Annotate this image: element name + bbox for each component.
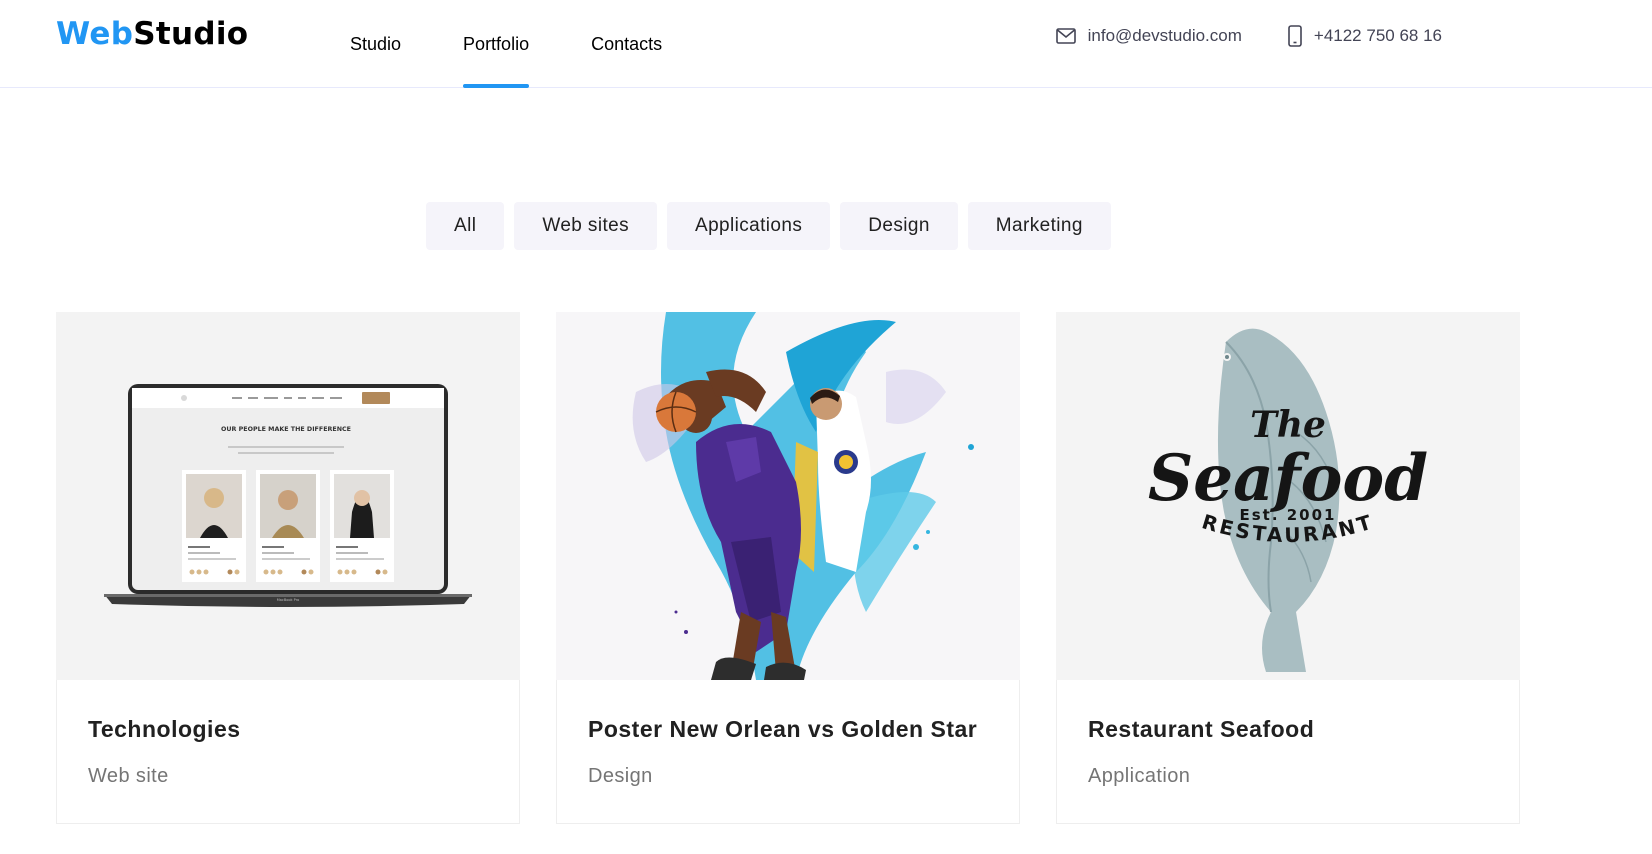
card-category: Design [588,765,653,787]
nav-item-studio[interactable]: Studio [350,0,401,88]
header-contacts: info@devstudio.com +4122 750 68 16 [1010,0,1442,72]
card-category: Application [1088,765,1191,787]
mail-icon [1055,28,1076,44]
portfolio-card-poster[interactable]: Poster New Orlean vs Golden Star Design [556,312,1020,824]
phone-link[interactable]: +4122 750 68 16 [1288,25,1442,47]
filter-design[interactable]: Design [840,202,958,250]
mockup-heading: OUR PEOPLE MAKE THE DIFFERENCE [221,425,351,433]
mockup-laptop-label: MacBook Pro [277,598,299,602]
seafood-logo-illustration: The Seafood Est. 2001 RESTAURANT [1056,312,1520,680]
basketball-poster-illustration [556,312,1020,680]
card-title: Poster New Orlean vs Golden Star [588,716,978,742]
card-info: Poster New Orlean vs Golden Star Design [556,680,1020,824]
portfolio-filters: All Web sites Applications Design Market… [426,202,1121,250]
card-image-laptop-mockup: OUR PEOPLE MAKE THE DIFFERENCE MacBook P… [56,312,520,680]
logo[interactable]: WebStudio [56,16,248,52]
laptop-mockup-illustration: OUR PEOPLE MAKE THE DIFFERENCE MacBook P… [56,312,520,680]
card-image-basketball-poster [556,312,1020,680]
filter-web-sites[interactable]: Web sites [514,202,657,250]
portfolio-card-technologies[interactable]: OUR PEOPLE MAKE THE DIFFERENCE MacBook P… [56,312,520,824]
filter-marketing[interactable]: Marketing [967,202,1111,250]
phone-icon [1288,25,1302,47]
card-image-seafood-logo: The Seafood Est. 2001 RESTAURANT [1056,312,1520,680]
seafood-logo-the: The [1250,404,1326,446]
card-title: Technologies [88,716,241,742]
card-category: Web site [88,765,169,787]
email-text: info@devstudio.com [1087,26,1242,45]
phone-text: +4122 750 68 16 [1313,26,1442,45]
email-link[interactable]: info@devstudio.com [1055,26,1242,46]
main-nav: Studio Portfolio Contacts [350,0,724,88]
filter-all[interactable]: All [426,202,505,250]
card-info: Technologies Web site [56,680,520,824]
site-header: WebStudio Studio Portfolio Contacts info… [0,0,1652,88]
logo-part-web: Web [56,16,134,52]
seafood-logo-name: Seafood [1148,441,1428,516]
card-title: Restaurant Seafood [1088,716,1315,742]
nav-item-portfolio[interactable]: Portfolio [463,0,530,88]
card-info: Restaurant Seafood Application [1056,680,1520,824]
nav-item-contacts[interactable]: Contacts [591,0,662,88]
filter-applications[interactable]: Applications [667,202,831,250]
portfolio-card-seafood[interactable]: The Seafood Est. 2001 RESTAURANT Restaur… [1056,312,1520,824]
logo-part-studio: Studio [133,16,249,52]
